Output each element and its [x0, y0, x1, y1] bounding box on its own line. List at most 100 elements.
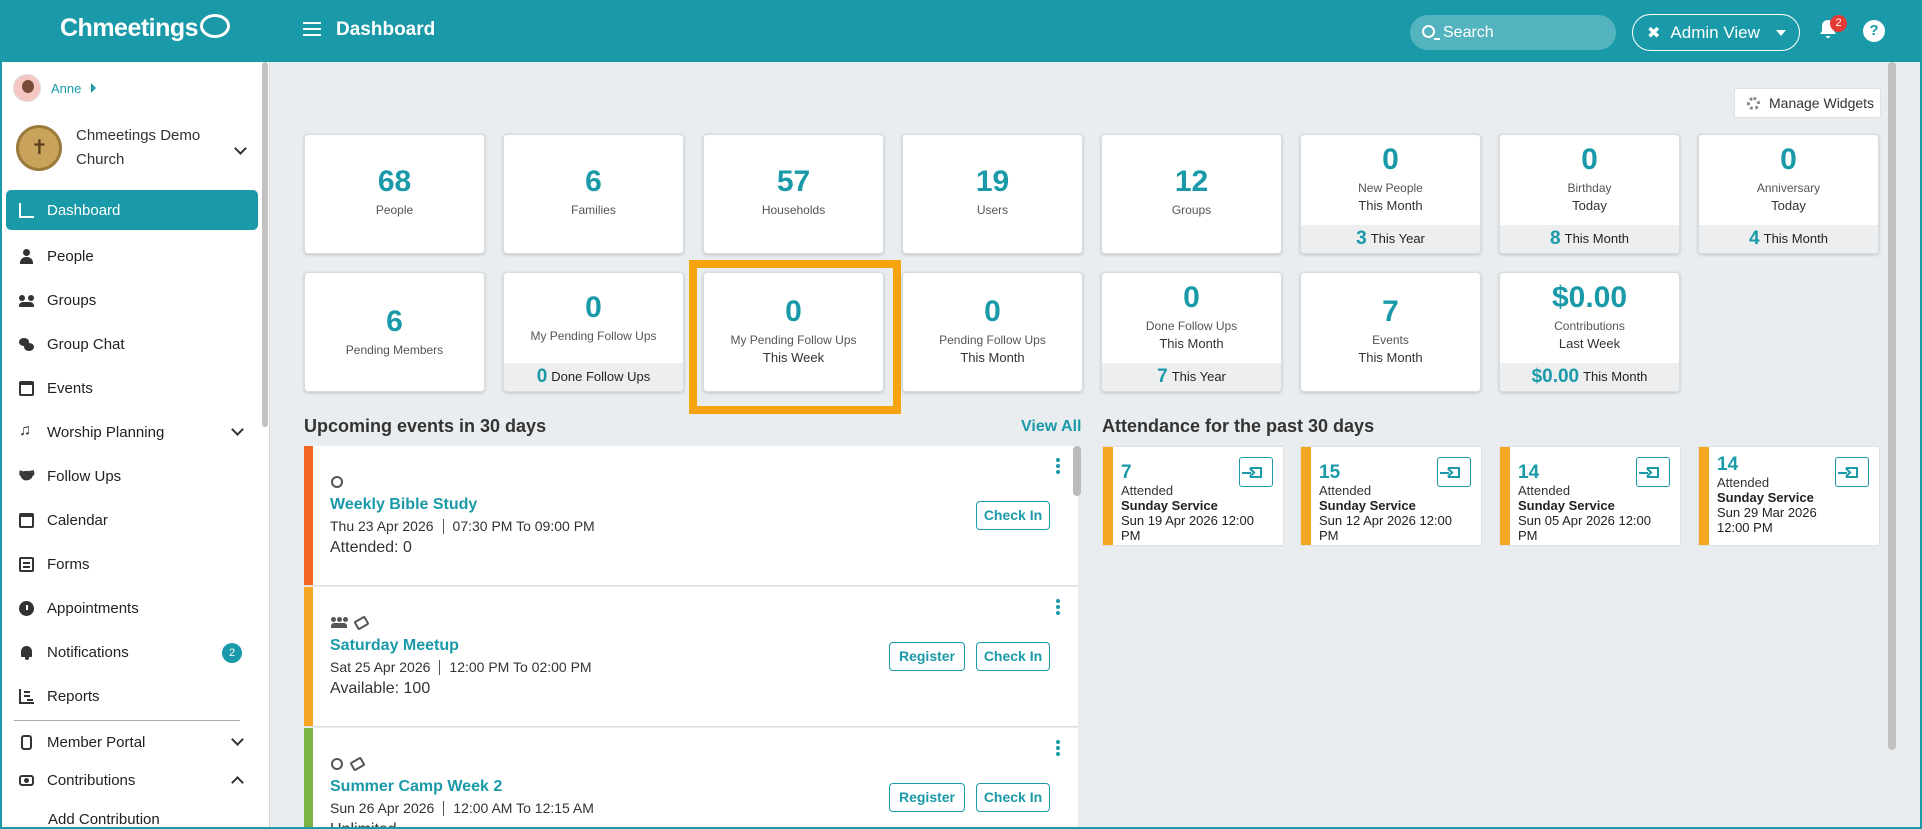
check-in-icon-button[interactable]: [1636, 457, 1670, 487]
kebab-menu-icon[interactable]: [1056, 599, 1060, 603]
check-in-icon-button[interactable]: [1437, 457, 1471, 487]
sidebar-item-notifications[interactable]: Notifications 2: [6, 630, 258, 674]
groups-icon: [19, 293, 34, 308]
stat-card-families[interactable]: 6 Families: [503, 134, 684, 254]
attendance-date: Sun 19 Apr 2026 12:00 PM: [1121, 513, 1255, 543]
sidebar-item-forms[interactable]: Forms: [6, 542, 258, 586]
stat-card-my-pending-follow-ups[interactable]: 0 My Pending Follow Ups 0 Done Follow Ups: [503, 272, 684, 392]
sidebar-item-dashboard[interactable]: Dashboard: [6, 190, 258, 230]
brand-name: Chmeetings: [60, 14, 199, 42]
stat-card-new-people[interactable]: 0 New People This Month 3 This Year: [1300, 134, 1481, 254]
stat-sublabel: Today: [1572, 198, 1607, 213]
stat-card-contributions[interactable]: $0.00 Contributions Last Week $0.00 This …: [1499, 272, 1680, 392]
sidebar-item-reports[interactable]: Reports: [6, 674, 258, 718]
stat-card-households[interactable]: 57 Households: [703, 134, 884, 254]
search-input[interactable]: [1443, 15, 1608, 50]
event-date: Sun 26 Apr 2026: [330, 800, 435, 816]
event-icons: [331, 615, 370, 631]
sidebar-item-follow-ups[interactable]: Follow Ups: [6, 454, 258, 498]
stat-value: 6: [585, 165, 602, 198]
admin-view-dropdown[interactable]: ✖ Admin View: [1632, 14, 1800, 51]
notifications-bell-icon[interactable]: 2: [1818, 15, 1847, 42]
church-logo: [16, 125, 62, 171]
chevron-down-icon: [231, 733, 244, 746]
stat-card-birthday[interactable]: 0 Birthday Today 8 This Month: [1499, 134, 1680, 254]
highlight-box: [689, 260, 901, 414]
event-title[interactable]: Summer Camp Week 2: [330, 778, 502, 796]
brand-logo[interactable]: Chmeetings: [60, 14, 231, 43]
sidebar-item-people[interactable]: People: [6, 234, 258, 278]
ticket-icon: [349, 756, 366, 772]
attendance-label: Attended: [1717, 475, 1770, 490]
stat-card-anniversary[interactable]: 0 Anniversary Today 4 This Month: [1698, 134, 1879, 254]
sidebar-item-add-contribution[interactable]: Add Contribution: [6, 799, 258, 829]
event-title[interactable]: Saturday Meetup: [330, 637, 459, 655]
help-icon[interactable]: ?: [1863, 20, 1885, 42]
attendance-count: 15: [1319, 462, 1341, 483]
kebab-menu-icon[interactable]: [1056, 458, 1060, 462]
register-button[interactable]: Register: [889, 642, 965, 671]
sidebar-item-member-portal[interactable]: Member Portal: [6, 723, 258, 761]
check-in-button[interactable]: Check In: [976, 642, 1050, 671]
stat-card-done-follow-ups[interactable]: 0 Done Follow Ups This Month 7 This Year: [1101, 272, 1282, 392]
attendance-label: Attended: [1121, 483, 1174, 498]
sidebar-item-label: Groups: [47, 291, 97, 309]
stat-card-users[interactable]: 19 Users: [902, 134, 1083, 254]
manage-widgets-button[interactable]: Manage Widgets: [1734, 88, 1881, 118]
view-all-link[interactable]: View All: [1021, 418, 1081, 436]
sidebar-item-contributions[interactable]: Contributions: [6, 761, 258, 799]
attendance-color-bar: [1500, 447, 1510, 545]
church-selector[interactable]: Chmeetings Demo Church: [16, 124, 254, 172]
sidebar-item-groups[interactable]: Groups: [6, 278, 258, 322]
sidebar-item-events[interactable]: Events: [6, 366, 258, 410]
sidebar-item-worship-planning[interactable]: Worship Planning: [6, 410, 258, 454]
page-title: Dashboard: [336, 19, 436, 40]
stat-card-groups[interactable]: 12 Groups: [1101, 134, 1282, 254]
stat-label: People: [375, 203, 414, 217]
sidebar-item-group-chat[interactable]: Group Chat: [6, 322, 258, 366]
chevron-down-icon: [234, 141, 247, 155]
event-card[interactable]: Saturday Meetup Sat 25 Apr 2026 12:00 PM …: [304, 587, 1078, 727]
dashboard-icon: [19, 202, 34, 218]
attendance-color-bar: [1699, 447, 1709, 545]
event-card[interactable]: Weekly Bible Study Thu 23 Apr 2026 07:30 …: [304, 446, 1078, 586]
attendance-count: 14: [1717, 454, 1739, 475]
attendance-card[interactable]: 14 Attended Sunday Service Sun 05 Apr 20…: [1499, 446, 1681, 546]
attendance-date: Sun 29 Mar 2026 12:00 PM: [1717, 505, 1817, 535]
stat-value: 57: [776, 165, 811, 198]
user-menu[interactable]: Anne: [13, 74, 97, 102]
check-in-button[interactable]: Check In: [976, 501, 1050, 530]
clock-icon: [19, 600, 34, 616]
stat-card-people[interactable]: 68 People: [304, 134, 485, 254]
stat-card-pending-follow-ups[interactable]: 0 Pending Follow Ups This Month: [902, 272, 1083, 392]
attendance-card[interactable]: 14 Attended Sunday Service Sun 29 Mar 20…: [1698, 446, 1880, 546]
calendar-icon: [19, 512, 34, 528]
stat-card-events[interactable]: 7 Events This Month: [1300, 272, 1481, 392]
attendance-card[interactable]: 15 Attended Sunday Service Sun 12 Apr 20…: [1300, 446, 1482, 546]
search-box[interactable]: [1410, 15, 1616, 50]
events-scrollbar[interactable]: [1073, 446, 1081, 496]
event-title[interactable]: Weekly Bible Study: [330, 496, 477, 514]
kebab-menu-icon[interactable]: [1056, 740, 1060, 744]
register-button[interactable]: Register: [889, 783, 965, 812]
stat-footer: 0 Done Follow Ups: [504, 363, 683, 391]
sidebar-item-appointments[interactable]: Appointments: [6, 586, 258, 630]
check-in-icon-button[interactable]: [1835, 457, 1869, 487]
divider: [14, 720, 240, 721]
menu-toggle-icon[interactable]: [303, 22, 321, 36]
check-in-icon: [1440, 467, 1460, 478]
people-icon: [331, 617, 347, 628]
stat-card-pending-members[interactable]: 6 Pending Members: [304, 272, 485, 392]
check-in-button[interactable]: Check In: [976, 783, 1050, 812]
attendance-card[interactable]: 7 Attended Sunday Service Sun 19 Apr 202…: [1102, 446, 1284, 546]
sidebar-item-calendar[interactable]: Calendar: [6, 498, 258, 542]
sidebar-nav: Dashboard People Groups Group Chat Event…: [6, 190, 258, 829]
sidebar-scrollbar[interactable]: [262, 62, 268, 427]
attendance-event-name: Sunday Service: [1319, 498, 1416, 513]
attendance-count: 7: [1121, 462, 1132, 483]
sidebar-item-label: Forms: [47, 555, 90, 573]
event-card[interactable]: Summer Camp Week 2 Sun 26 Apr 2026 12:00 …: [304, 728, 1078, 829]
main-scrollbar[interactable]: [1888, 62, 1896, 750]
stat-footer: 3 This Year: [1301, 225, 1480, 253]
check-in-icon-button[interactable]: [1239, 457, 1273, 487]
